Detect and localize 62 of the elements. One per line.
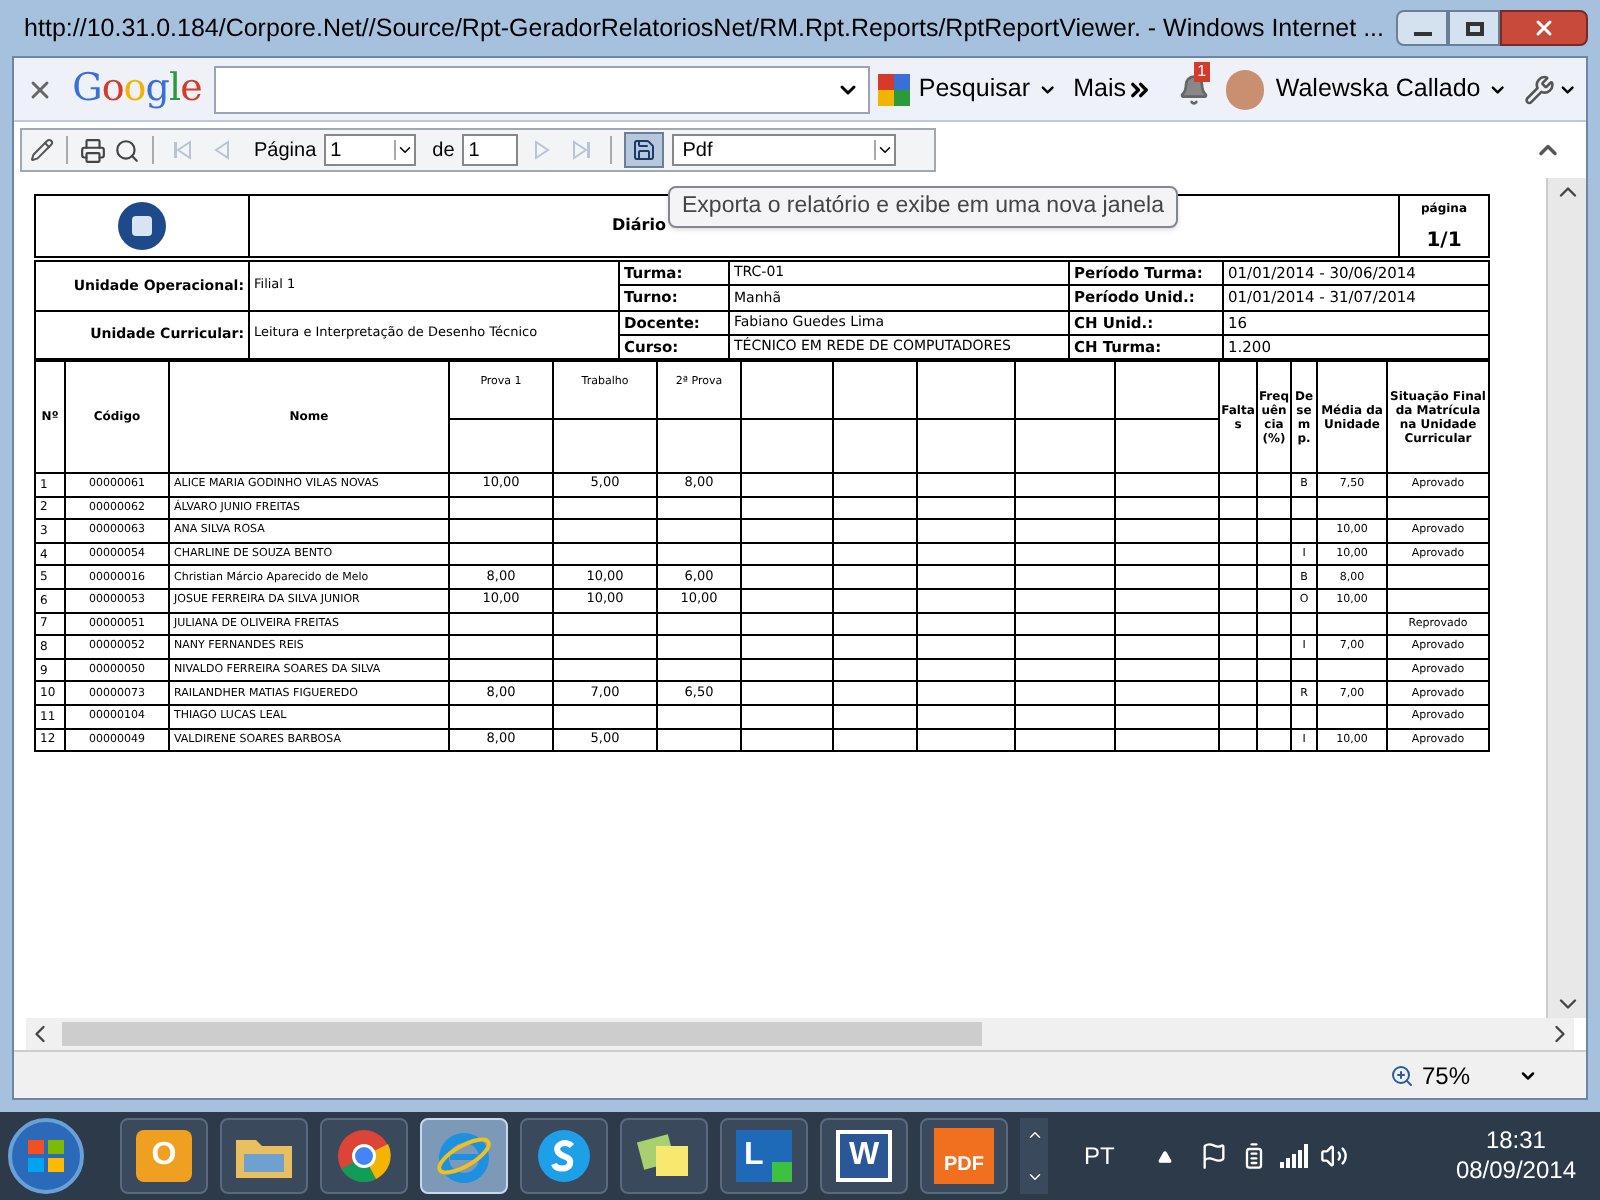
user-menu[interactable]: Walewska Callado [1275, 70, 1481, 108]
more-button[interactable]: Mais [1073, 70, 1127, 108]
page-select[interactable]: 1 [324, 134, 417, 166]
page-label: Página [254, 137, 317, 165]
page-number: 1/1 [1424, 228, 1464, 256]
sync-app-icon: L [736, 1130, 792, 1182]
taskbar-app[interactable] [220, 1118, 308, 1194]
printer-icon[interactable] [80, 137, 106, 163]
maximize-button[interactable] [1448, 10, 1500, 46]
volume-icon[interactable] [1320, 1142, 1349, 1170]
search-field[interactable] [213, 65, 871, 113]
taskbar-app[interactable]: L [720, 1118, 808, 1194]
report-title: Diário [612, 216, 666, 234]
find-icon[interactable] [114, 137, 140, 163]
dropdown-icon [394, 140, 415, 160]
word-app-icon: W [836, 1130, 892, 1182]
scroll-down-icon [1025, 1168, 1043, 1186]
first-page-icon [170, 138, 194, 162]
notification-badge: 1 [1193, 61, 1211, 81]
clock[interactable]: 18:31 08/09/2014 [1455, 1126, 1576, 1186]
zoom-icon [1389, 1063, 1414, 1087]
scroll-up-icon [1025, 1126, 1043, 1144]
minimize-button[interactable] [1396, 10, 1448, 46]
close-icon [1532, 16, 1556, 40]
tooltip: Exporta o relatório e exibe em uma nova janela [668, 186, 1179, 229]
chat-app-icon [536, 1128, 592, 1184]
dropdown-icon [874, 140, 895, 160]
show-hidden-icons-icon[interactable] [1158, 1149, 1173, 1163]
google-logo: Google [72, 64, 202, 115]
zoom-level[interactable]: 75% [1421, 1057, 1470, 1093]
taskbar-app[interactable] [520, 1118, 608, 1194]
close-button[interactable] [1500, 10, 1588, 46]
of-label: de [432, 137, 455, 165]
total-pages-field[interactable]: 1 [462, 134, 519, 166]
start-button[interactable] [8, 1118, 84, 1194]
window-title: http://10.31.0.184/Corpore.Net//Source/Rpt-GeradorRelatoriosNet/RM.Rpt.Reports/RptReportViewer. - Windows Internet ... [24, 11, 1384, 46]
internet-explorer-icon [434, 1128, 494, 1184]
settings-icon[interactable] [1523, 73, 1555, 105]
chrome-icon [336, 1128, 392, 1184]
pencil-icon[interactable] [30, 138, 54, 162]
taskbar-app[interactable]: W [820, 1118, 908, 1194]
signal-icon[interactable] [1280, 1144, 1309, 1168]
avatar [1225, 69, 1264, 109]
mail-app-icon: O [136, 1130, 192, 1182]
flag-icon[interactable] [1200, 1142, 1229, 1170]
next-page-icon [530, 138, 555, 162]
company-logo-icon [118, 202, 166, 250]
language-indicator[interactable]: PT [1084, 1138, 1115, 1174]
previous-page-icon [210, 138, 234, 162]
google-plus-icon [878, 73, 911, 105]
start-logo-icon [26, 1138, 66, 1174]
sticky-notes-icon [636, 1130, 692, 1182]
export-format-select[interactable]: Pdf [672, 134, 897, 166]
vertical-scrollbar[interactable] [1546, 178, 1586, 1018]
notification-icon[interactable] [1177, 73, 1210, 105]
pdf-app-icon: PDF [934, 1128, 994, 1184]
taskbar-app[interactable] [620, 1118, 708, 1194]
export-button[interactable] [624, 132, 665, 168]
last-page-icon [570, 138, 595, 162]
search-button[interactable]: Pesquisar [878, 70, 1030, 108]
horizontal-scrollbar[interactable] [26, 1018, 1574, 1050]
taskbar-app[interactable] [320, 1118, 408, 1194]
